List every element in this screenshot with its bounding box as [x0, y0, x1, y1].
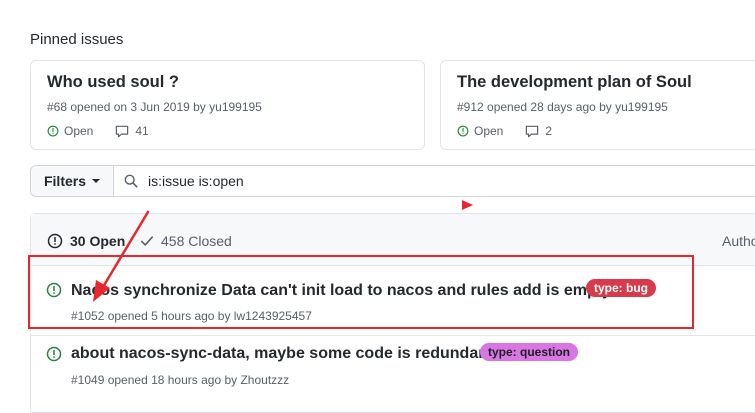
status-text: Open — [64, 124, 94, 138]
comment-count: 2 — [545, 124, 553, 138]
comment-count: 41 — [135, 124, 149, 138]
caret-down-icon — [92, 179, 100, 183]
closed-count-label: 458 Closed — [161, 233, 232, 249]
comment-icon — [116, 125, 129, 137]
row-divider — [31, 335, 755, 336]
pinned-card-title[interactable]: The development plan of Soul — [457, 73, 692, 92]
filters-label: Filters — [43, 173, 86, 189]
author-filter[interactable]: Autho — [722, 233, 755, 249]
filters-button[interactable]: Filters — [30, 165, 114, 197]
pinned-card-status: Open 41 — [47, 124, 149, 138]
pinned-issues-heading: Pinned issues — [30, 31, 124, 48]
issue-title-link[interactable]: about nacos-sync-data, maybe some code i… — [71, 345, 498, 363]
annotation-marker — [462, 200, 473, 210]
pinned-card-meta: #68 opened on 3 Jun 2019 by yu199195 — [47, 100, 262, 114]
search-query: is:issue is:open — [148, 173, 244, 189]
pinned-card-2[interactable]: The development plan of Soul #912 opened… — [440, 60, 755, 150]
pinned-card-status: Open 2 — [457, 124, 552, 138]
status-text: Open — [474, 124, 504, 138]
issue-opened-icon — [47, 233, 63, 249]
issue-opened-icon — [46, 346, 62, 362]
comment-icon — [526, 125, 539, 137]
pinned-card-meta: #912 opened 28 days ago by yu199195 — [457, 100, 668, 114]
search-icon — [124, 174, 138, 188]
issue-opened-icon — [457, 125, 469, 137]
pinned-card-1[interactable]: Who used soul ? #68 opened on 3 Jun 2019… — [30, 60, 425, 150]
issue-meta: #1049 opened 18 hours ago by Zhoutzzz — [71, 373, 290, 387]
pinned-card-title[interactable]: Who used soul ? — [47, 73, 179, 92]
label-question[interactable]: type: question — [480, 343, 579, 361]
annotation-arrow — [93, 210, 150, 302]
issue-opened-icon — [47, 125, 59, 137]
closed-issues-tab[interactable]: 458 Closed — [140, 233, 232, 249]
